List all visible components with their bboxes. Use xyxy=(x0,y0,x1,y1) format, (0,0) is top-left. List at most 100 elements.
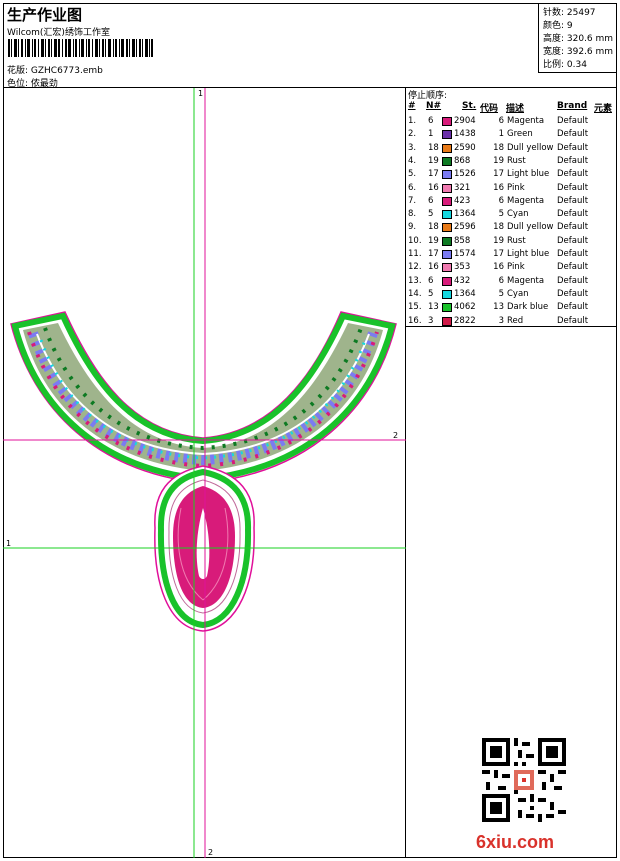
row-index: 4. xyxy=(408,155,417,166)
color-swatch xyxy=(442,316,452,326)
row-needle: 6 xyxy=(428,275,434,286)
row-needle: 17 xyxy=(428,249,439,259)
row-desc: Light blue xyxy=(507,249,550,259)
sheet-header: 生产作业图 Wilcom(汇宏)绣饰工作室 花版: GZHC6773.emb 色… xyxy=(3,3,617,89)
color-swatch xyxy=(442,170,452,180)
row-brand: Default xyxy=(557,209,589,220)
design-preview: 1 2 1 2 xyxy=(3,88,406,858)
design-height: 高度: 320.6 mm xyxy=(543,34,614,44)
row-stitches: 1438 xyxy=(454,129,476,140)
row-index: 2. xyxy=(408,129,417,140)
color-swatch xyxy=(442,183,452,193)
row-index: 11. xyxy=(408,249,422,259)
color-swatch xyxy=(442,236,452,246)
barcode-icon xyxy=(8,39,153,57)
row-code: 18 xyxy=(493,222,504,233)
row-stitches: 1526 xyxy=(454,169,476,180)
row-index: 16. xyxy=(408,315,422,326)
studio-name: Wilcom(汇宏)绣饰工作室 xyxy=(7,28,110,38)
row-needle: 6 xyxy=(428,195,434,206)
row-code: 17 xyxy=(493,249,504,259)
stop-sequence-panel: 停止顺序: # N# St. 代码 描述 Brand 元素 1. 6 2904 6 Ma… xyxy=(406,88,617,327)
row-brand: Default xyxy=(557,155,589,166)
sequence-row: 10. 19 858 19 Rust Default xyxy=(406,235,617,248)
row-needle: 13 xyxy=(428,302,439,313)
color-swatch xyxy=(442,276,452,286)
row-code: 19 xyxy=(493,155,504,166)
color-swatch xyxy=(442,117,452,126)
row-stitches: 423 xyxy=(454,195,471,206)
col-header-brand: Brand xyxy=(557,101,588,111)
row-needle: 16 xyxy=(428,262,439,273)
row-stitches: 2596 xyxy=(454,222,476,233)
sequence-row: 11. 17 1574 17 Light blue Default xyxy=(406,248,617,261)
col-header-num: # xyxy=(408,101,416,111)
row-index: 14. xyxy=(408,288,422,299)
row-index: 12. xyxy=(408,262,422,273)
page-title: 生产作业图 xyxy=(7,6,83,24)
sequence-row: 15. 13 4062 13 Dark blue Default xyxy=(406,301,617,314)
row-needle: 5 xyxy=(428,288,434,299)
sequence-row: 14. 5 1364 5 Cyan Default xyxy=(406,288,617,301)
row-stitches: 1574 xyxy=(454,249,476,259)
row-desc: Magenta xyxy=(507,275,545,286)
row-desc: Dull yellow xyxy=(507,222,554,233)
row-needle: 19 xyxy=(428,235,439,246)
sequence-row: 13. 6 432 6 Magenta Default xyxy=(406,275,617,288)
row-code: 5 xyxy=(498,288,504,299)
row-index: 3. xyxy=(408,142,417,153)
col-header-desc: 描述 xyxy=(506,104,525,114)
row-desc: Light blue xyxy=(507,169,550,180)
row-stitches: 858 xyxy=(454,235,471,246)
row-needle: 5 xyxy=(428,209,434,220)
row-needle: 3 xyxy=(428,315,434,326)
row-stitches: 868 xyxy=(454,155,471,166)
row-index: 15. xyxy=(408,302,422,313)
row-code: 16 xyxy=(493,182,504,193)
row-stitches: 2590 xyxy=(454,142,476,153)
row-code: 16 xyxy=(493,262,504,273)
row-code: 1 xyxy=(498,129,504,140)
sequence-row: 4. 19 868 19 Rust Default xyxy=(406,155,617,168)
sequence-row: 8. 5 1364 5 Cyan Default xyxy=(406,208,617,221)
color-swatch xyxy=(442,156,452,166)
row-desc: Magenta xyxy=(507,195,545,206)
row-desc: Green xyxy=(507,129,533,140)
sequence-row: 3. 18 2590 18 Dull yellow Default xyxy=(406,142,617,155)
row-stitches: 353 xyxy=(454,262,471,273)
color-swatch xyxy=(442,130,452,140)
row-brand: Default xyxy=(557,288,589,299)
row-desc: Rust xyxy=(507,235,526,246)
sequence-row: 5. 17 1526 17 Light blue Default xyxy=(406,168,617,181)
row-brand: Default xyxy=(557,116,589,126)
row-brand: Default xyxy=(557,262,589,273)
row-index: 13. xyxy=(408,275,422,286)
col-header-code: 代码 xyxy=(480,104,499,114)
row-brand: Default xyxy=(557,195,589,206)
row-needle: 17 xyxy=(428,169,439,180)
row-stitches: 4062 xyxy=(454,302,476,313)
row-code: 19 xyxy=(493,235,504,246)
row-code: 6 xyxy=(498,195,504,206)
row-brand: Default xyxy=(557,129,589,140)
sequence-row: 2. 1 1438 1 Green Default xyxy=(406,128,617,141)
row-brand: Default xyxy=(557,182,589,193)
row-index: 9. xyxy=(408,222,417,233)
row-stitches: 2822 xyxy=(454,315,476,326)
row-brand: Default xyxy=(557,142,589,153)
row-desc: Red xyxy=(507,315,524,326)
row-needle: 18 xyxy=(428,142,439,153)
stats-panel: 针数: 25497 颜色: 9 高度: 320.6 mm 宽度: 392.6 m… xyxy=(538,3,617,73)
design-scale: 比例: 0.34 xyxy=(543,60,587,70)
color-swatch xyxy=(442,303,452,313)
embroidery-design: 1 2 1 2 xyxy=(3,88,406,858)
row-stitches: 2904 xyxy=(454,116,476,126)
sequence-title: 停止顺序: xyxy=(408,91,448,101)
row-code: 5 xyxy=(498,209,504,220)
color-swatch xyxy=(442,196,452,206)
row-index: 1. xyxy=(408,116,417,126)
row-brand: Default xyxy=(557,249,589,259)
row-stitches: 432 xyxy=(454,275,471,286)
sequence-row: 9. 18 2596 18 Dull yellow Default xyxy=(406,221,617,234)
color-swatch xyxy=(442,143,452,153)
